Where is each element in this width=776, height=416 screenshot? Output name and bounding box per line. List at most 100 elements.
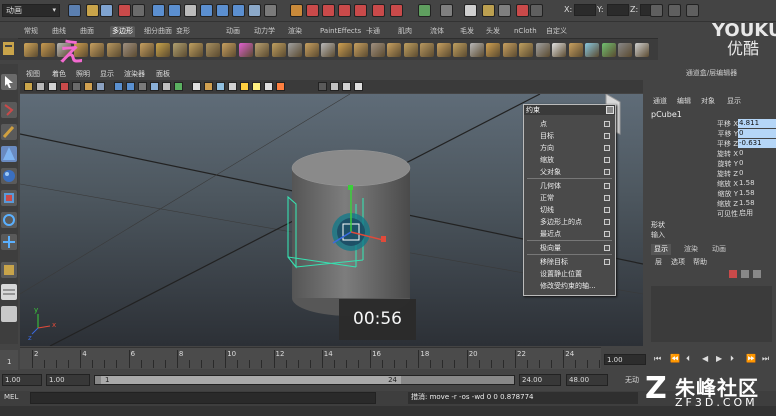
go-to-start-icon[interactable]: ⏮	[654, 354, 661, 364]
shelf-tab[interactable]: 曲线	[50, 26, 68, 37]
viewport-tool-icon[interactable]	[276, 82, 285, 91]
channel-box-menu-item[interactable]: 编辑	[677, 96, 691, 106]
shelf-tab[interactable]: 细分曲面	[142, 26, 174, 37]
shelf-tab[interactable]: 曲面	[78, 26, 96, 37]
viewport-tool-icon[interactable]	[60, 82, 69, 91]
shelf-tab[interactable]: 流体	[428, 26, 446, 37]
shelf-tab[interactable]: 头发	[484, 26, 502, 37]
channel-attribute-row[interactable]: 缩放 Y 1.58	[647, 189, 776, 199]
shelf-tool-icon[interactable]	[288, 43, 302, 57]
shelf-tool-icon[interactable]	[403, 43, 418, 57]
viewport-tool-icon[interactable]	[342, 82, 351, 91]
shelf-tool-icon[interactable]	[634, 43, 649, 57]
viewport-tool-icon[interactable]	[36, 82, 45, 91]
channel-attribute-value[interactable]: 0	[738, 159, 776, 168]
mask-icon-3[interactable]	[184, 4, 197, 17]
channel-attribute-value[interactable]: -0.631	[738, 139, 776, 148]
render-icon[interactable]	[440, 4, 453, 17]
shelf-tool-icon[interactable]	[552, 43, 566, 57]
snap-grid-icon[interactable]	[290, 4, 303, 17]
layer-list[interactable]	[651, 286, 772, 342]
layer-tab[interactable]: 动画	[709, 244, 729, 255]
layout-four-icon[interactable]	[1, 284, 17, 300]
shelf-tool-icon[interactable]	[453, 43, 467, 57]
shelf-tab[interactable]: 常规	[22, 26, 40, 37]
viewport-tool-icon[interactable]	[354, 82, 363, 91]
shelf-tool-icon[interactable]	[502, 43, 517, 57]
shelf-tool-icon[interactable]	[519, 43, 533, 57]
constraint-menu-item[interactable]: 最近点	[524, 228, 615, 240]
shelf-tab[interactable]: 自定义	[544, 26, 569, 37]
shelf-tab[interactable]: 毛发	[458, 26, 476, 37]
go-to-end-icon[interactable]: ⏭	[762, 354, 769, 364]
constraint-menu-item[interactable]: 移除目标	[524, 256, 615, 268]
viewport-menu-item[interactable]: 照明	[76, 68, 90, 80]
option-box-icon[interactable]	[604, 183, 610, 189]
close-icon[interactable]	[606, 106, 614, 114]
shelf-tool-icon[interactable]	[90, 43, 104, 57]
step-back-icon[interactable]: ⏪	[670, 354, 680, 363]
shelf-tool-icon[interactable]	[420, 43, 434, 57]
viewport-menu-item[interactable]: 显示	[100, 68, 114, 80]
shelf-tab[interactable]: 动力学	[252, 26, 277, 37]
mask-icon-8[interactable]	[264, 4, 277, 17]
constraint-menu-title[interactable]: 约束	[524, 105, 615, 115]
constraint-menu-item[interactable]: 设置静止位置	[524, 268, 615, 280]
playback-end-field[interactable]: 24.00	[519, 374, 561, 386]
viewport-tool-icon[interactable]	[138, 82, 147, 91]
scale-tool-icon[interactable]	[1, 190, 17, 206]
new-scene-icon[interactable]	[68, 4, 81, 17]
mode-dropdown[interactable]: 动画 ▾	[2, 4, 60, 17]
option-box-icon[interactable]	[604, 219, 610, 225]
shelf-tool-icon[interactable]	[387, 43, 401, 57]
new-layer-icon[interactable]	[729, 270, 737, 278]
shelf-tool-icon[interactable]	[139, 43, 154, 57]
select-tool-icon[interactable]	[1, 74, 17, 90]
object-name[interactable]: pCube1	[651, 110, 682, 119]
constraint-menu-item[interactable]: 目标	[524, 130, 615, 142]
option-box-icon[interactable]	[604, 145, 610, 151]
mask-icon-7[interactable]	[248, 4, 261, 17]
constraint-menu-item[interactable]: 几何体	[524, 180, 615, 192]
move-tool-icon[interactable]	[1, 146, 17, 162]
shelf-tool-icon[interactable]	[469, 43, 484, 57]
layer-tab[interactable]: 渲染	[681, 244, 701, 255]
viewport-tool-icon[interactable]	[192, 82, 201, 91]
viewport-tool-icon[interactable]	[318, 82, 327, 91]
range-slider-handle[interactable]: 1 24	[101, 376, 401, 384]
shelf-tab[interactable]: 变形	[174, 26, 192, 37]
option-box-icon[interactable]	[604, 121, 610, 127]
channel-attribute-value[interactable]: 启用	[738, 209, 776, 218]
viewport-tool-icon[interactable]	[240, 82, 249, 91]
shelf-tool-icon[interactable]	[370, 43, 385, 57]
viewport-tool-icon[interactable]	[216, 82, 225, 91]
mask-icon-6[interactable]	[232, 4, 245, 17]
constraint-menu-item[interactable]: 点	[524, 118, 615, 130]
tool-settings-toggle-icon[interactable]	[686, 4, 699, 17]
mask-icon-1[interactable]	[152, 4, 165, 17]
option-box-icon[interactable]	[604, 259, 610, 265]
render-settings-icon[interactable]	[482, 4, 495, 17]
viewport-tool-icon[interactable]	[126, 82, 135, 91]
layout-single-icon[interactable]	[1, 262, 17, 278]
channel-attribute-value[interactable]: 1.58	[738, 179, 776, 188]
inputs-section-label[interactable]: 输入	[651, 230, 665, 240]
magnet-icon-3[interactable]	[390, 4, 403, 17]
option-box-icon[interactable]	[604, 169, 610, 175]
constraint-menu-item[interactable]: 正常	[524, 192, 615, 204]
viewport-tool-icon[interactable]	[162, 82, 171, 91]
shelf-tool-icon[interactable]	[172, 43, 187, 57]
snap-surface-icon[interactable]	[338, 4, 351, 17]
layout-persp-icon[interactable]	[1, 306, 17, 322]
viewport-menu-item[interactable]: 着色	[52, 68, 66, 80]
mask-icon-2[interactable]	[168, 4, 181, 17]
channel-attribute-row[interactable]: 可见性 启用	[647, 209, 776, 219]
shelf-tool-icon[interactable]	[535, 43, 550, 57]
construction-history-icon[interactable]	[418, 4, 431, 17]
shelf-tool-icon[interactable]	[601, 43, 616, 57]
shelf-tool-icon[interactable]	[205, 43, 220, 57]
shelf-tool-icon[interactable]	[255, 43, 269, 57]
constraint-menu-item[interactable]: 方向	[524, 142, 615, 154]
snap-curve-icon[interactable]	[306, 4, 319, 17]
viewport-tool-icon[interactable]	[24, 82, 33, 91]
